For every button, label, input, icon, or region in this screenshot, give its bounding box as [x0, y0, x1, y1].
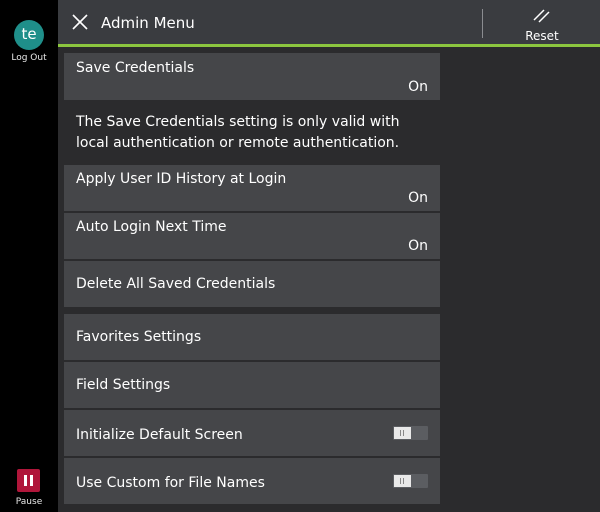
header-divider: [482, 9, 483, 38]
close-icon[interactable]: [70, 12, 90, 32]
toggle-knob: [394, 427, 411, 439]
reset-icon: [533, 9, 550, 23]
apply-user-id-history-row[interactable]: Apply User ID History at Login On: [64, 165, 440, 211]
save-credentials-row[interactable]: Save Credentials On: [64, 53, 440, 100]
save-credentials-label: Save Credentials: [76, 60, 195, 76]
reset-button[interactable]: Reset: [510, 0, 600, 45]
auto-login-label: Auto Login Next Time: [76, 219, 227, 235]
left-rail: te Log Out Pause: [0, 0, 58, 512]
custom-file-names-label: Use Custom for File Names: [76, 475, 265, 491]
favorites-settings-label: Favorites Settings: [76, 329, 202, 345]
reset-label: Reset: [525, 29, 559, 43]
save-credentials-note: The Save Credentials setting is only val…: [64, 100, 440, 160]
note-text: The Save Credentials setting is only val…: [76, 114, 400, 151]
toggle-knob: [394, 475, 411, 487]
pause-button[interactable]: [17, 469, 40, 492]
settings-list: Save Credentials On The Save Credentials…: [58, 47, 600, 512]
pause-icon-bar: [30, 475, 33, 486]
delete-credentials-label: Delete All Saved Credentials: [76, 276, 276, 292]
avatar[interactable]: te: [14, 20, 44, 50]
log-out-label[interactable]: Log Out: [0, 53, 58, 63]
page-title: Admin Menu: [101, 14, 195, 32]
auto-login-value: On: [408, 238, 428, 254]
custom-file-names-toggle[interactable]: [393, 474, 428, 488]
custom-file-names-row[interactable]: Use Custom for File Names: [64, 458, 440, 504]
header-bar: Admin Menu Reset: [58, 0, 600, 45]
save-credentials-value: On: [408, 79, 428, 95]
favorites-settings-row[interactable]: Favorites Settings: [64, 314, 440, 360]
apply-user-id-history-value: On: [408, 190, 428, 206]
initialize-default-screen-toggle[interactable]: [393, 426, 428, 440]
pause-label: Pause: [15, 497, 43, 507]
apply-user-id-history-label: Apply User ID History at Login: [76, 171, 287, 187]
initialize-default-screen-label: Initialize Default Screen: [76, 427, 243, 443]
field-settings-label: Field Settings: [76, 377, 171, 393]
initialize-default-screen-row[interactable]: Initialize Default Screen: [64, 410, 440, 456]
field-settings-row[interactable]: Field Settings: [64, 362, 440, 408]
pause-icon: [24, 475, 27, 486]
delete-credentials-row[interactable]: Delete All Saved Credentials: [64, 261, 440, 307]
auto-login-row[interactable]: Auto Login Next Time On: [64, 213, 440, 259]
